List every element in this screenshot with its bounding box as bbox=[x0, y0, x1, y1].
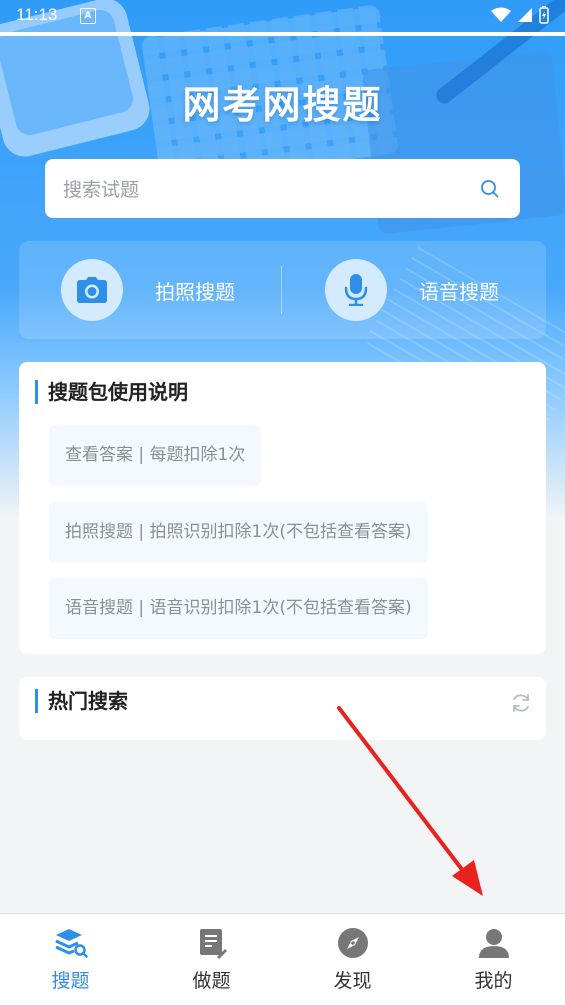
app-title: 网考网搜题 bbox=[182, 83, 383, 127]
tab-search-label: 搜题 bbox=[51, 970, 90, 992]
document-edit-icon bbox=[199, 929, 227, 959]
bottom-tab-bar: 搜题 做题 发现 我的 bbox=[0, 913, 565, 1005]
stack-search-icon bbox=[54, 929, 88, 958]
signal-icon bbox=[518, 8, 532, 22]
usage-guide-card: 搜题包使用说明 查看答案 | 每题扣除1次 拍照搜题 | 拍照识别扣除1次(不包… bbox=[19, 362, 546, 654]
voice-search-button[interactable]: 语音搜题 bbox=[325, 241, 545, 339]
hot-search-card: 热门搜索 bbox=[19, 677, 546, 740]
notification-badge: A bbox=[80, 8, 96, 24]
compass-icon bbox=[337, 928, 368, 958]
tab-mine[interactable]: 我的 bbox=[423, 914, 564, 1005]
tab-practice[interactable]: 做题 bbox=[141, 914, 282, 1005]
usage-guide-title: 搜题包使用说明 bbox=[35, 380, 188, 404]
camera-icon-circle bbox=[61, 259, 123, 321]
tab-mine-label: 我的 bbox=[474, 970, 513, 992]
photo-search-button[interactable]: 拍照搜题 bbox=[61, 241, 291, 339]
battery-icon bbox=[539, 6, 549, 24]
tab-discover[interactable]: 发现 bbox=[282, 914, 423, 1005]
status-bar: 11:13 A bbox=[0, 0, 565, 32]
search-input[interactable] bbox=[61, 159, 465, 220]
status-time: 11:13 bbox=[16, 5, 58, 24]
camera-icon bbox=[77, 277, 107, 303]
guide-item: 拍照搜题 | 拍照识别扣除1次(不包括查看答案) bbox=[49, 502, 428, 563]
wifi-icon bbox=[491, 7, 511, 22]
top-divider bbox=[0, 32, 565, 36]
microphone-icon bbox=[344, 274, 368, 306]
guide-item: 语音搜题 | 语音识别扣除1次(不包括查看答案) bbox=[49, 578, 428, 639]
tab-search[interactable]: 搜题 bbox=[0, 914, 141, 1005]
hot-search-title: 热门搜索 bbox=[35, 689, 128, 713]
photo-search-label: 拍照搜题 bbox=[155, 279, 235, 304]
quick-divider bbox=[281, 266, 282, 314]
microphone-icon-circle bbox=[325, 259, 387, 321]
quick-actions: 拍照搜题 语音搜题 bbox=[19, 241, 546, 339]
person-icon bbox=[478, 929, 509, 958]
search-bar[interactable] bbox=[45, 159, 520, 220]
guide-item: 查看答案 | 每题扣除1次 bbox=[49, 425, 262, 486]
tab-discover-label: 发现 bbox=[333, 970, 372, 992]
status-icons bbox=[491, 6, 549, 24]
voice-search-label: 语音搜题 bbox=[419, 279, 499, 304]
tab-practice-label: 做题 bbox=[192, 970, 231, 992]
refresh-icon[interactable] bbox=[510, 692, 532, 714]
search-icon[interactable] bbox=[480, 179, 500, 199]
